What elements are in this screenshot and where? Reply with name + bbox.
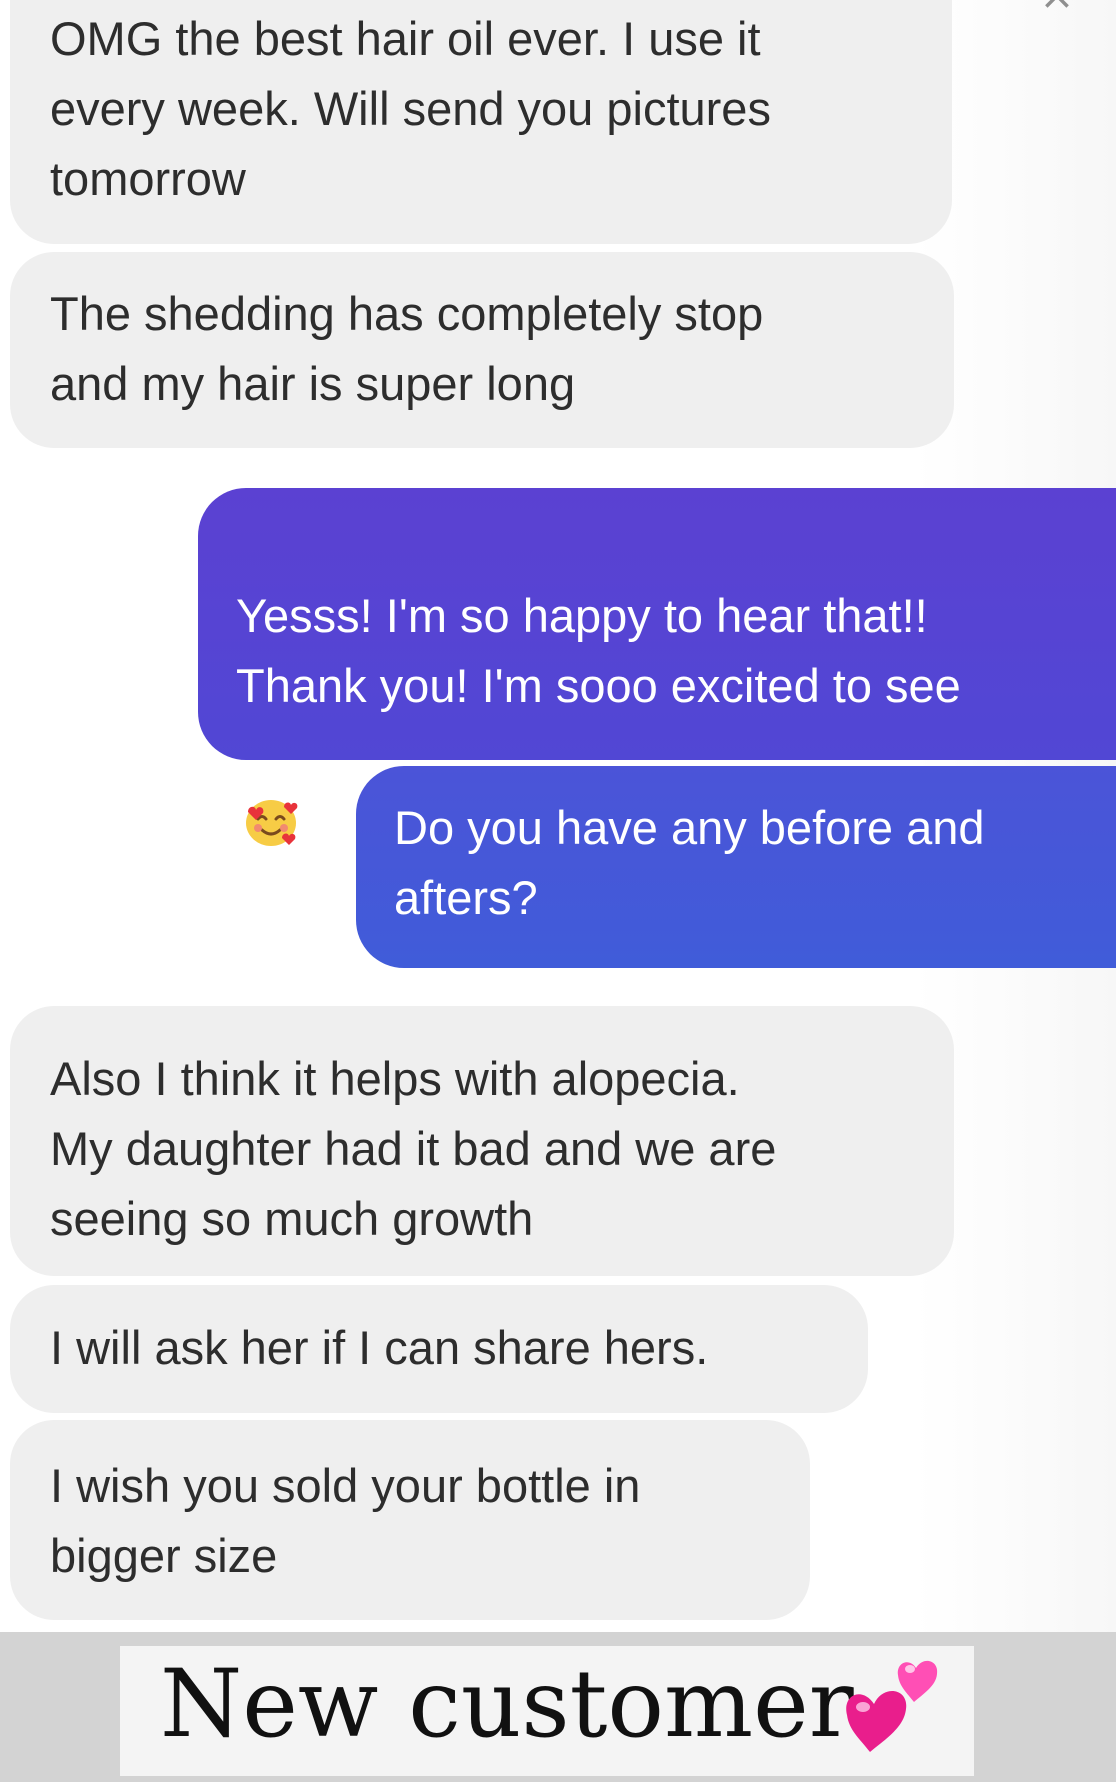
received-message-4: I will ask her if I can share hers. — [10, 1285, 868, 1413]
sent-message-1-text: Yesss! I'm so happy to hear that!! Thank… — [236, 589, 961, 712]
story-screen: × OMG the best hair oil ever. I use it e… — [0, 0, 1116, 1782]
received-message-2: The shedding has completely stop and my … — [10, 252, 954, 448]
close-icon[interactable]: × — [1028, 0, 1086, 16]
received-message-1: OMG the best hair oil ever. I use it eve… — [10, 0, 952, 244]
smiling-face-with-hearts-icon — [236, 791, 306, 853]
received-message-3: Also I think it helps with alopecia. My … — [10, 1006, 954, 1276]
sent-message-2: Do you have any before and afters? — [356, 766, 1116, 968]
received-message-5: I wish you sold your bottle in bigger si… — [10, 1420, 810, 1620]
two-hearts-icon — [846, 1660, 938, 1752]
caption-text: New customer — [160, 1650, 854, 1759]
sent-message-1: Yesss! I'm so happy to hear that!! Thank… — [198, 488, 1116, 846]
caption-box: New customer — [120, 1646, 974, 1776]
